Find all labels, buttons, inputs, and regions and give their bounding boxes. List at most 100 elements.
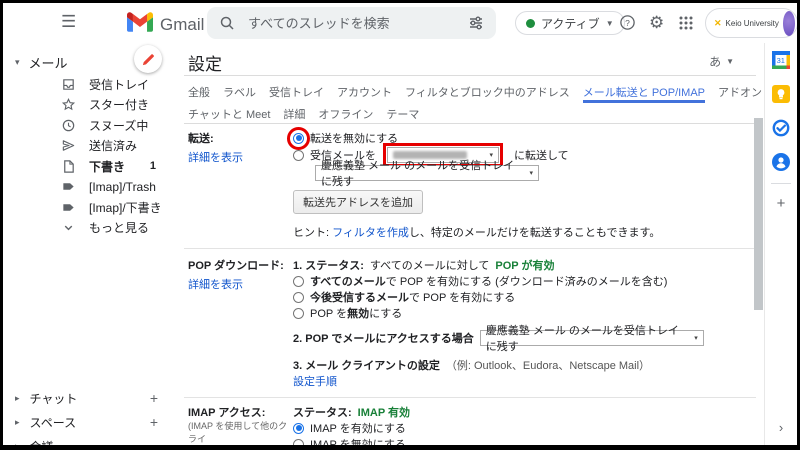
sidebar-item-label: [Imap]/Trash bbox=[89, 180, 156, 194]
inbox-icon bbox=[61, 77, 76, 92]
search-input[interactable] bbox=[246, 15, 468, 32]
pop-access-row: 2. POP でメールにアクセスする場合 慶應義塾 メール のメールを受信トレイ… bbox=[293, 329, 756, 347]
tasks-icon[interactable] bbox=[772, 119, 790, 137]
scrollbar-thumb[interactable] bbox=[754, 118, 763, 310]
settings-tabs: 全般 ラベル 受信トレイ アカウント フィルタとブロック中のアドレス メール転送… bbox=[184, 76, 756, 124]
gmail-logo-text: Gmail bbox=[160, 15, 204, 35]
apps-grid-icon[interactable] bbox=[679, 16, 693, 34]
pop-option-disable[interactable]: POP を無効にする bbox=[293, 305, 756, 321]
tab-offline[interactable]: オフライン bbox=[318, 104, 373, 124]
search-bar[interactable] bbox=[207, 7, 496, 39]
pop-option-from-now[interactable]: 今後受信するメールで POP を有効にする bbox=[293, 289, 756, 305]
sidebar-item-more[interactable]: もっと見る bbox=[3, 218, 184, 239]
app-header: ☰ Gmail アクティブ ▼ ? bbox=[3, 3, 797, 43]
status-text: すべてのメールに対して bbox=[370, 257, 489, 273]
settings-gear-icon[interactable]: ⚙ bbox=[649, 14, 664, 31]
hint-text: ヒント: フィルタを作成し、特定のメールだけを転送することもできます。 bbox=[293, 224, 756, 240]
tab-accounts[interactable]: アカウント bbox=[337, 82, 392, 102]
pop-details-link[interactable]: 詳細を表示 bbox=[188, 276, 243, 292]
sidebar-item-label: 受信トレイ bbox=[89, 76, 149, 93]
sidebar-item-drafts[interactable]: 下書き 1 bbox=[3, 156, 184, 177]
send-icon bbox=[61, 138, 76, 153]
pop-all-radio[interactable] bbox=[293, 276, 304, 287]
section-heading: 転送: bbox=[188, 130, 293, 146]
side-panel-toggle-chevron-icon[interactable]: › bbox=[779, 420, 783, 435]
avatar[interactable] bbox=[783, 11, 795, 36]
svg-text:31: 31 bbox=[777, 56, 785, 65]
calendar-icon[interactable]: 31 bbox=[772, 51, 790, 69]
redacted-email-blur bbox=[393, 151, 467, 159]
account-chip[interactable]: ✕ Keio University bbox=[705, 8, 797, 38]
forwarding-details-link[interactable]: 詳細を表示 bbox=[188, 149, 243, 165]
help-button[interactable]: ? bbox=[619, 14, 636, 35]
disable-forwarding-option[interactable]: 転送を無効にする bbox=[293, 130, 756, 146]
keep-copy-select[interactable]: 慶應義塾 メール のメールを受信トレイに残す ▾ bbox=[315, 165, 539, 181]
imap-disable-radio[interactable] bbox=[293, 439, 304, 446]
pop-status-line: 1. ステータス: すべてのメールに対して POP が有効 bbox=[293, 257, 756, 273]
account-org-label: Keio University bbox=[726, 19, 779, 28]
gmail-logo[interactable]: Gmail bbox=[127, 12, 204, 37]
tab-addons[interactable]: アドオン bbox=[718, 82, 762, 102]
create-filter-link[interactable]: フィルタを作成 bbox=[332, 227, 409, 239]
screenshot-frame: ☰ Gmail アクティブ ▼ ? bbox=[0, 0, 800, 450]
chevron-down-icon: ▼ bbox=[606, 19, 614, 28]
keio-logo-icon: ✕ bbox=[714, 18, 722, 29]
collapse-arrow-icon: ▸ bbox=[15, 417, 20, 428]
search-icon[interactable] bbox=[219, 15, 235, 31]
pop-access-select[interactable]: 慶應義塾 メール のメールを受信トレイに残す ▾ bbox=[480, 330, 704, 346]
sidebar-item-chat[interactable]: ▸ チャット + bbox=[3, 386, 184, 410]
hamburger-menu-icon[interactable]: ☰ bbox=[61, 13, 76, 30]
add-forwarding-address-button[interactable]: 転送先アドレスを追加 bbox=[293, 190, 423, 214]
keep-icon[interactable] bbox=[772, 85, 790, 103]
mail-section-toggle[interactable]: ▾ メール bbox=[15, 53, 68, 72]
sidebar-item-meet[interactable]: ▸ 会議 bbox=[3, 434, 184, 445]
select-value: 慶應義塾 メール のメールを受信トレイに残す bbox=[486, 322, 688, 354]
status-chip[interactable]: アクティブ ▼ bbox=[515, 11, 625, 35]
tab-labels[interactable]: ラベル bbox=[223, 82, 256, 102]
add-space-button[interactable]: + bbox=[150, 414, 158, 430]
add-chat-button[interactable]: + bbox=[150, 390, 158, 406]
tab-chat-meet[interactable]: チャットと Meet bbox=[188, 104, 270, 124]
tab-forwarding-pop-imap[interactable]: メール転送と POP/IMAP bbox=[583, 82, 705, 103]
sidebar-item-imap-trash[interactable]: [Imap]/Trash bbox=[3, 177, 184, 198]
imap-access-section: IMAP アクセス: (IMAP を使用して他のクライ アントから 慶應義塾 メ… bbox=[184, 398, 756, 445]
sidebar-item-sent[interactable]: 送信済み bbox=[3, 136, 184, 157]
sidebar-item-starred[interactable]: スター付き bbox=[3, 95, 184, 116]
clock-icon bbox=[61, 118, 76, 133]
status-value: POP が有効 bbox=[495, 257, 554, 273]
radio-label: 転送を無効にする bbox=[310, 130, 398, 146]
collapse-arrow-icon: ▸ bbox=[15, 393, 20, 404]
get-addons-plus-icon[interactable]: + bbox=[777, 196, 786, 211]
mail-section-label: メール bbox=[29, 53, 68, 72]
sidebar-item-label: チャット bbox=[30, 390, 78, 407]
pop-from-now-radio[interactable] bbox=[293, 292, 304, 303]
imap-enable-radio[interactable] bbox=[293, 423, 304, 434]
disable-forwarding-radio[interactable] bbox=[293, 133, 304, 144]
compose-button[interactable] bbox=[134, 45, 162, 73]
chevron-down-icon: ▼ bbox=[726, 57, 734, 66]
expand-arrow-icon: ▾ bbox=[15, 57, 20, 68]
sidebar-item-snoozed[interactable]: スヌーズ中 bbox=[3, 115, 184, 136]
imap-status-line: ステータス: IMAP 有効 bbox=[293, 404, 756, 420]
sidebar-item-imap-drafts[interactable]: [Imap]/下書き bbox=[3, 197, 184, 218]
tab-inbox[interactable]: 受信トレイ bbox=[269, 82, 324, 102]
tab-general[interactable]: 全般 bbox=[188, 82, 210, 102]
sidebar-item-spaces[interactable]: ▸ スペース + bbox=[3, 410, 184, 434]
pop-client-line: 3. メール クライアントの設定 （例: Outlook、Eudora、Nets… bbox=[293, 357, 756, 373]
tab-filters-blocked[interactable]: フィルタとブロック中のアドレス bbox=[405, 82, 570, 102]
pop-disable-radio[interactable] bbox=[293, 308, 304, 319]
tab-advanced[interactable]: 詳細 bbox=[283, 104, 305, 124]
setup-instructions-link[interactable]: 設定手順 bbox=[293, 373, 337, 389]
imap-disable-option[interactable]: IMAP を無効にする bbox=[293, 436, 756, 445]
forward-mail-radio[interactable] bbox=[293, 150, 304, 161]
tab-themes[interactable]: テーマ bbox=[386, 104, 419, 124]
sidebar-item-label: スター付き bbox=[89, 96, 149, 113]
imap-enable-option[interactable]: IMAP を有効にする bbox=[293, 420, 756, 436]
search-options-tune-icon[interactable] bbox=[468, 15, 484, 31]
draft-icon bbox=[61, 159, 76, 174]
sidebar-item-inbox[interactable]: 受信トレイ bbox=[3, 74, 184, 95]
sidebar: ▾ メール 受信トレイ スター付き スヌーズ中 bbox=[3, 43, 184, 445]
contacts-icon[interactable] bbox=[772, 153, 790, 171]
input-tools-button[interactable]: あ ▼ bbox=[709, 53, 734, 70]
pop-option-all[interactable]: すべてのメールで POP を有効にする (ダウンロード済みのメールを含む) bbox=[293, 273, 756, 289]
